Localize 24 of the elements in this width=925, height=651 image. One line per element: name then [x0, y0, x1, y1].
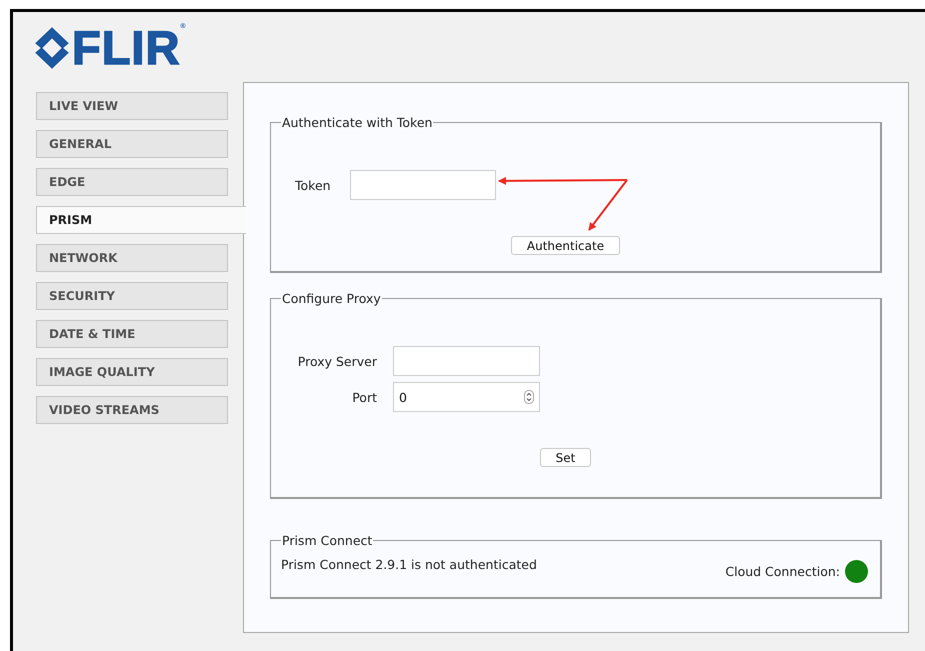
token-label: Token: [295, 178, 331, 192]
sidebar-tab[interactable]: LIVE VIEW: [36, 92, 228, 120]
port-input[interactable]: 0: [393, 382, 540, 412]
sidebar-tab[interactable]: GENERAL: [36, 130, 228, 158]
sidebar-tab[interactable]: SECURITY: [36, 282, 228, 310]
spinner-icon[interactable]: [524, 390, 534, 404]
group-title: Authenticate with Token: [281, 115, 434, 130]
sidebar-tab[interactable]: NETWORK: [36, 244, 228, 272]
sidebar-tab[interactable]: VIDEO STREAMS: [36, 396, 228, 424]
set-button[interactable]: Set: [540, 448, 592, 467]
sidebar-tab[interactable]: EDGE: [36, 168, 228, 196]
proxy-server-label: Proxy Server: [296, 354, 377, 368]
logo-text: FLIR$^{®}$: [72, 22, 187, 74]
status-text: Prism Connect 2.9.1 is not authenticated: [281, 557, 537, 572]
cloud-connection-label: Cloud Connection:: [725, 564, 840, 579]
proxy-server-input[interactable]: [393, 346, 540, 376]
token-input[interactable]: [350, 170, 496, 200]
group-title: Configure Proxy: [281, 291, 382, 306]
group-title: Prism Connect: [281, 533, 374, 548]
authenticate-button[interactable]: Authenticate: [510, 236, 620, 255]
sidebar-tab[interactable]: DATE & TIME: [36, 320, 228, 348]
sidebar-tab[interactable]: IMAGE QUALITY: [36, 358, 228, 386]
sidebar-tab[interactable]: PRISM: [36, 206, 246, 234]
port-label: Port: [351, 390, 377, 404]
